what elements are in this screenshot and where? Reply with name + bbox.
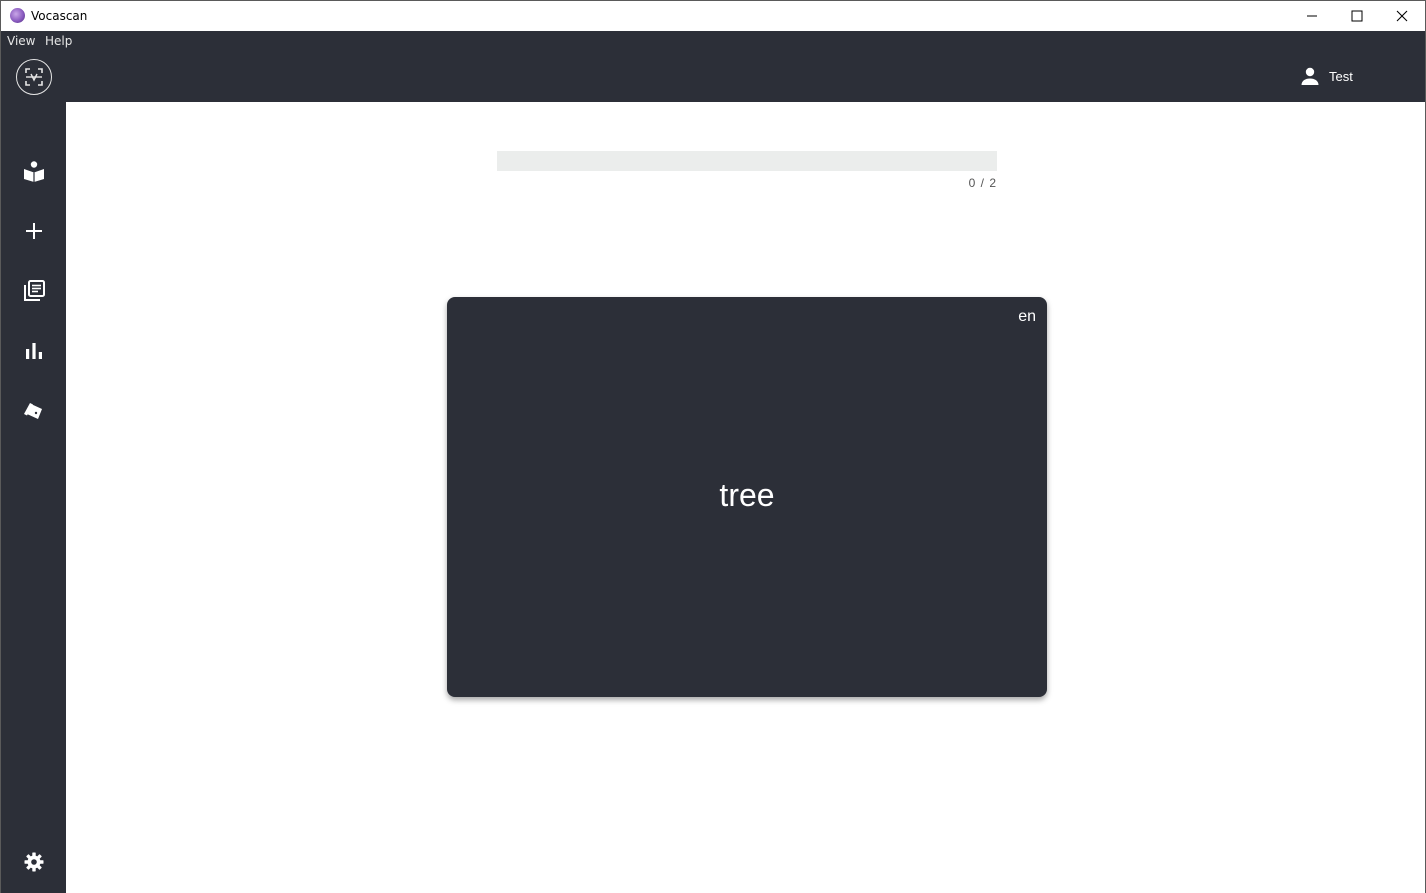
close-icon [1396,10,1408,22]
cards-icon [23,403,42,419]
plus-icon [25,223,42,239]
card-language: en [1018,308,1036,325]
card-word: tree [719,477,775,513]
main-content: 0 / 2 en tree [66,102,1425,893]
sidebar-item-stats[interactable] [1,321,66,381]
user-menu[interactable]: Test [1300,66,1353,86]
library-icon [23,280,45,301]
bar-chart-icon [25,343,42,359]
maximize-icon [1351,10,1363,22]
close-button[interactable] [1379,1,1425,31]
maximize-button[interactable] [1334,1,1380,31]
sidebar-item-cards[interactable] [1,381,66,441]
menu-view[interactable]: View [7,34,35,48]
sidebar-item-learn[interactable] [1,141,66,201]
progress-counter: 0 / 2 [968,176,997,190]
flashcard[interactable]: en tree [447,297,1047,697]
user-name: Test [1329,68,1353,84]
title-bar: Vocascan [1,1,1425,31]
minimize-button[interactable] [1289,1,1335,31]
person-icon [1301,67,1319,85]
menu-bar: View Help [1,31,1425,52]
logo-button[interactable] [16,59,52,95]
app-icon [10,8,25,23]
app-window: Vocascan View Help Test 0 / 2 en tree [0,0,1426,893]
gear-icon [24,852,43,872]
minimize-icon [1307,15,1317,17]
scan-logo-icon [25,68,43,86]
book-reader-icon [23,161,44,182]
window-title: Vocascan [31,9,88,23]
top-header: Test [1,52,1425,102]
sidebar-item-settings[interactable] [1,832,66,892]
progress-bar [497,151,997,171]
sidebar-item-add[interactable] [1,201,66,261]
menu-help[interactable]: Help [45,34,72,48]
sidebar-item-library[interactable] [1,261,66,321]
sidebar [1,102,66,893]
